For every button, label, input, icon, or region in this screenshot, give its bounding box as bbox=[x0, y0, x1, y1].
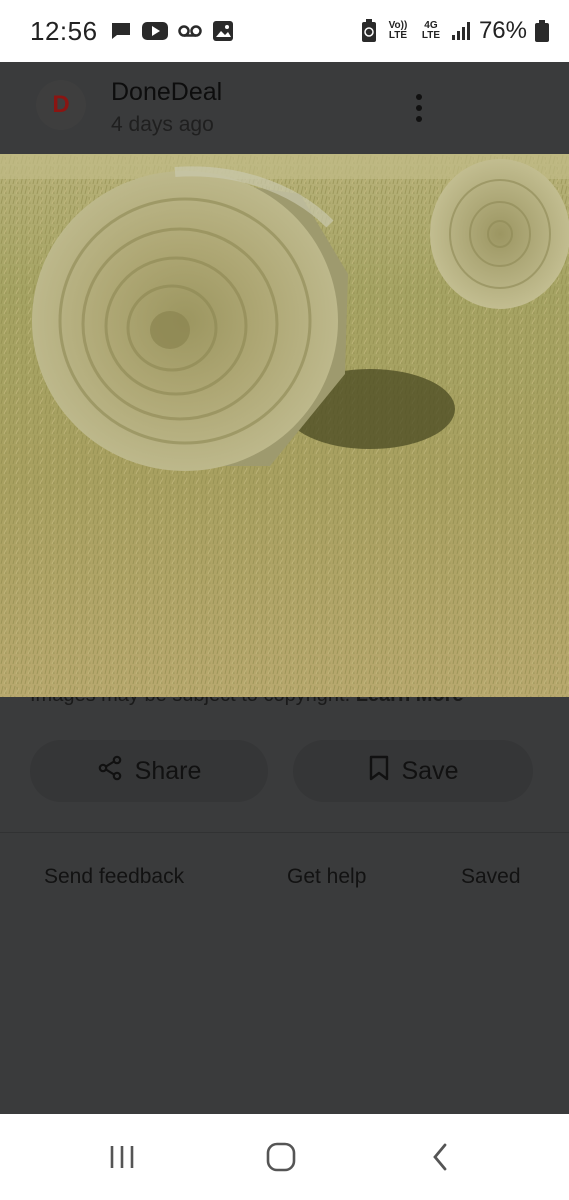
system-icons: Vo)) LTE 4G LTE 76% bbox=[361, 17, 549, 45]
recent-apps-icon bbox=[110, 1146, 134, 1168]
back-icon bbox=[433, 1143, 447, 1171]
far-hay-bale bbox=[430, 159, 569, 309]
volte-indicator: Vo)) LTE bbox=[388, 20, 408, 41]
bookmark-icon bbox=[368, 755, 390, 788]
network-type-indicator: 4G LTE bbox=[421, 20, 441, 41]
home-icon bbox=[266, 1142, 296, 1172]
save-label: Save bbox=[401, 756, 459, 785]
home-button[interactable] bbox=[261, 1140, 301, 1174]
get-help-link[interactable]: Get help bbox=[287, 865, 366, 889]
recent-apps-button[interactable] bbox=[102, 1140, 142, 1174]
more-options-icon bbox=[416, 94, 422, 100]
gallery-icon bbox=[212, 20, 234, 42]
save-button[interactable]: Save bbox=[293, 740, 533, 802]
more-options-button[interactable] bbox=[404, 90, 434, 126]
send-feedback-link[interactable]: Send feedback bbox=[44, 865, 184, 889]
site-name[interactable]: DoneDeal bbox=[111, 78, 222, 107]
more-options-icon-dot bbox=[416, 105, 422, 111]
main-hay-bale bbox=[32, 166, 348, 471]
battery-icon bbox=[535, 20, 549, 42]
system-navigation-bar bbox=[0, 1114, 569, 1200]
chat-icon bbox=[110, 20, 132, 42]
share-label: Share bbox=[134, 756, 202, 785]
clock: 12:56 bbox=[30, 15, 98, 46]
more-options-icon-dot bbox=[416, 116, 422, 122]
youtube-icon bbox=[141, 21, 168, 41]
share-icon bbox=[97, 755, 123, 788]
share-button[interactable]: Share bbox=[30, 740, 268, 802]
battery-percent: 76% bbox=[478, 17, 527, 44]
site-logo[interactable]: D bbox=[36, 80, 86, 130]
divider bbox=[0, 832, 569, 833]
posted-time: 4 days ago bbox=[111, 113, 214, 136]
back-button[interactable] bbox=[420, 1140, 460, 1174]
status-bar: 12:56 Vo)) LTE 4G LTE 76% bbox=[0, 0, 569, 62]
saved-link[interactable]: Saved bbox=[461, 865, 521, 889]
source-header: D DoneDeal 4 days ago bbox=[0, 62, 569, 154]
voicemail-icon bbox=[177, 24, 202, 38]
hay-bales-photo[interactable] bbox=[0, 154, 569, 697]
signal-icon bbox=[451, 21, 471, 41]
image-detail-page: D DoneDeal 4 days ago Images may be subj… bbox=[0, 62, 569, 1114]
notification-icons bbox=[110, 20, 234, 42]
battery-saver-icon bbox=[361, 19, 377, 43]
